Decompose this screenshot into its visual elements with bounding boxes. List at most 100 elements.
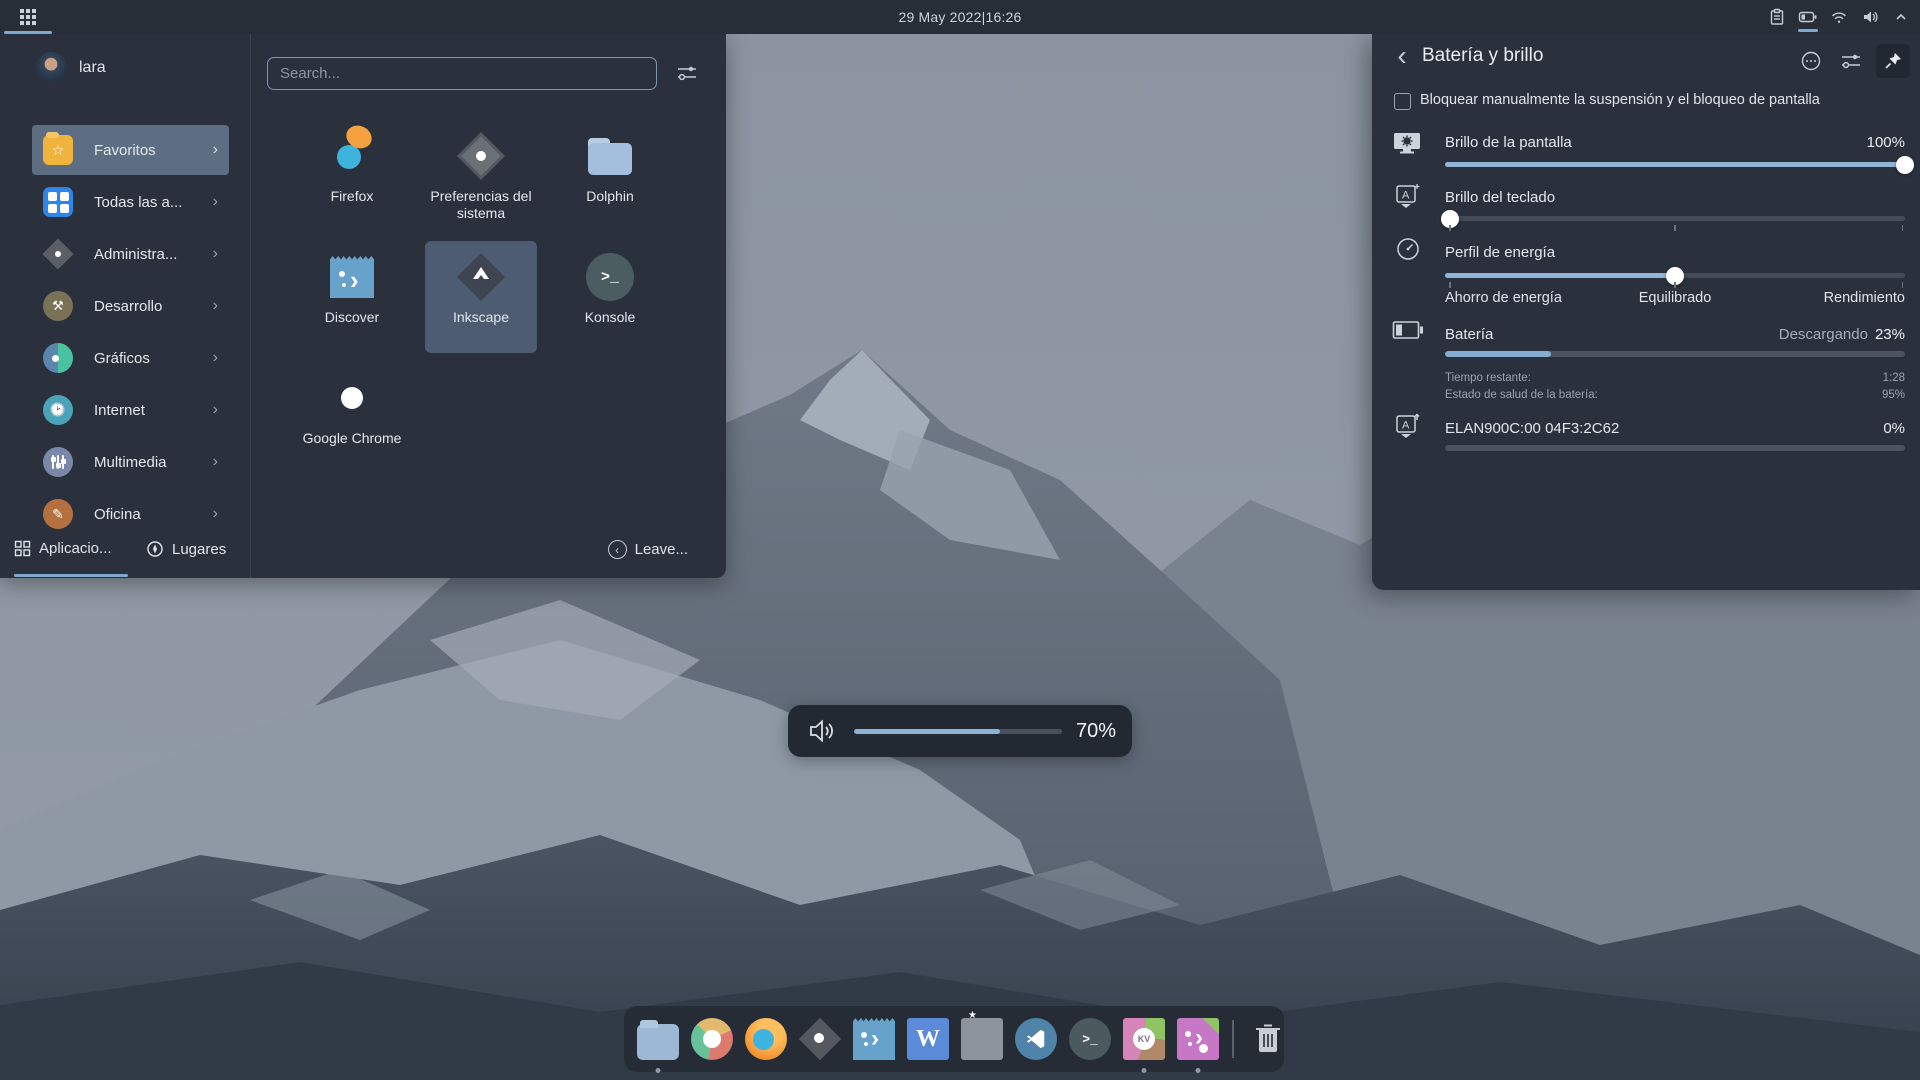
filter-options-icon[interactable]: [676, 63, 698, 83]
trash-icon: [1253, 1022, 1283, 1056]
chevron-right-icon: ›: [213, 245, 218, 263]
keyboard-device-progressbar: [1445, 445, 1905, 451]
dock-item-discover[interactable]: ›: [852, 1015, 896, 1063]
dock-item-google-chrome[interactable]: [690, 1015, 734, 1063]
screen-brightness-icon: [1392, 130, 1422, 157]
user-header[interactable]: lara: [35, 52, 106, 84]
volume-osd-value: 70%: [1076, 705, 1116, 757]
app-label: Inkscape: [427, 309, 535, 326]
leave-button[interactable]: ‹ Leave...: [608, 540, 688, 559]
chevron-up-icon[interactable]: [1888, 2, 1914, 32]
chevron-right-icon: ›: [213, 141, 218, 159]
battery-percent: 23%: [1875, 326, 1905, 343]
wifi-icon[interactable]: [1826, 2, 1852, 32]
battery-icon[interactable]: [1795, 2, 1821, 32]
sidebar-item-desarrollo[interactable]: ⚒ Desarrollo ›: [0, 280, 250, 332]
development-icon: ⚒: [43, 291, 73, 321]
volume-speaker-icon: [808, 717, 838, 745]
desktop: { "colors": { "accent": "#8fb5d9", "pane…: [0, 0, 1920, 1080]
tab-lugares[interactable]: Lugares: [146, 540, 226, 558]
dock: › W >_ KV ›: [624, 1006, 1284, 1072]
battery-status-icon: [1392, 320, 1424, 340]
system-settings-icon: [799, 1018, 841, 1060]
dock-item-vscode[interactable]: [1014, 1015, 1058, 1063]
dock-item-konsole[interactable]: >_: [1068, 1015, 1112, 1063]
battery-status: Descargando: [1779, 326, 1868, 343]
manual-block-row[interactable]: Bloquear manualmente la suspensión y el …: [1394, 92, 1820, 110]
battery-label: Batería: [1445, 326, 1493, 343]
app-tile-inkscape[interactable]: Inkscape: [425, 241, 537, 353]
app-tile-discover[interactable]: › Discover: [296, 241, 408, 353]
sidebar-item-internet[interactable]: 🕑 Internet ›: [0, 384, 250, 436]
category-label: Multimedia: [94, 454, 167, 471]
inkscape-icon: [457, 253, 505, 301]
applications-grid-icon: [14, 540, 31, 557]
app-tile-preferencias-del-sistema[interactable]: Preferencias del sistema: [425, 120, 537, 232]
dolphin-icon: [586, 132, 634, 180]
application-launcher-menu: lara ☆ Favoritos › Todas las a... › Admi…: [0, 34, 726, 578]
screen-brightness-slider[interactable]: [1445, 162, 1905, 167]
screen-brightness-value: 100%: [1867, 134, 1905, 151]
app-tile-google-chrome[interactable]: Google Chrome: [296, 362, 408, 474]
sidebar-item-todas-las-aplicaciones[interactable]: Todas las a... ›: [0, 176, 250, 228]
volume-icon[interactable]: [1857, 2, 1883, 32]
category-label: Desarrollo: [94, 298, 162, 315]
app-tile-firefox[interactable]: Firefox: [296, 120, 408, 232]
dock-item-firefox[interactable]: [744, 1015, 788, 1063]
battery-health-value: 95%: [1882, 389, 1905, 401]
app-label: Firefox: [298, 188, 406, 205]
folder-favorites-icon: ☆: [43, 135, 73, 165]
keyboard-device-value: 0%: [1883, 420, 1905, 437]
tab-aplicaciones[interactable]: Aplicacio...: [14, 540, 112, 557]
app-tile-dolphin[interactable]: Dolphin: [554, 120, 666, 232]
category-list: ☆ Favoritos › Todas las a... › Administr…: [0, 124, 250, 530]
dock-item-dolphin[interactable]: [636, 1015, 680, 1063]
slider-handle[interactable]: [1896, 156, 1914, 174]
running-indicator: [1142, 1068, 1147, 1073]
running-indicator: [656, 1068, 661, 1073]
category-label: Gráficos: [94, 350, 150, 367]
app-label: Google Chrome: [298, 430, 406, 447]
profile-option-rendimiento[interactable]: Rendimiento: [1824, 290, 1905, 306]
power-profile-icon: [1395, 236, 1421, 262]
pin-icon[interactable]: [1876, 44, 1910, 78]
dolphin-icon: [637, 1024, 679, 1060]
dock-item-system-settings[interactable]: [798, 1015, 842, 1063]
remaining-time-label: Tiempo restante:: [1445, 372, 1531, 384]
search-input[interactable]: [267, 57, 657, 90]
back-button[interactable]: ‹: [1388, 42, 1416, 72]
remaining-time-value: 1:28: [1883, 372, 1905, 384]
volume-osd-bar: [854, 729, 1062, 734]
color-app-icon: ›: [1177, 1018, 1219, 1060]
app-label: Konsole: [556, 309, 664, 326]
launcher-divider: [250, 34, 251, 578]
dock-item-kvantum[interactable]: KV: [1122, 1015, 1166, 1063]
dock-item-color-app[interactable]: ›: [1176, 1015, 1220, 1063]
power-profile-slider[interactable]: [1445, 273, 1905, 278]
keyboard-brightness-slider[interactable]: [1445, 216, 1905, 221]
app-tile-konsole[interactable]: >_ Konsole: [554, 241, 666, 353]
app-label: Dolphin: [556, 188, 664, 205]
sidebar-item-multimedia[interactable]: Multimedia ›: [0, 436, 250, 488]
app-label: Preferencias del sistema: [427, 188, 535, 222]
sidebar-item-favoritos[interactable]: ☆ Favoritos ›: [0, 124, 250, 176]
checkbox[interactable]: [1394, 93, 1411, 110]
keyboard-device-icon: A: [1395, 412, 1421, 442]
digital-clock[interactable]: 29 May 2022|16:26: [0, 0, 1920, 34]
user-name: lara: [79, 59, 106, 77]
configure-icon[interactable]: [1836, 46, 1866, 76]
chevron-right-icon: ›: [213, 401, 218, 419]
dock-item-trash[interactable]: [1246, 1015, 1290, 1063]
sidebar-item-oficina[interactable]: ✎ Oficina ›: [0, 488, 250, 530]
show-inhibitions-icon[interactable]: [1796, 46, 1826, 76]
dock-item-image-viewer[interactable]: [960, 1015, 1004, 1063]
sidebar-item-graficos[interactable]: Gráficos ›: [0, 332, 250, 384]
konsole-icon: >_: [1069, 1018, 1111, 1060]
sidebar-item-administracion[interactable]: Administra... ›: [0, 228, 250, 280]
leave-icon: ‹: [608, 540, 627, 559]
system-tray: [1764, 0, 1914, 34]
dock-item-wiki-app[interactable]: W: [906, 1015, 950, 1063]
system-settings-icon: [457, 132, 505, 180]
clipboard-icon[interactable]: [1764, 2, 1790, 32]
checkbox-label: Bloquear manualmente la suspensión y el …: [1420, 92, 1820, 108]
